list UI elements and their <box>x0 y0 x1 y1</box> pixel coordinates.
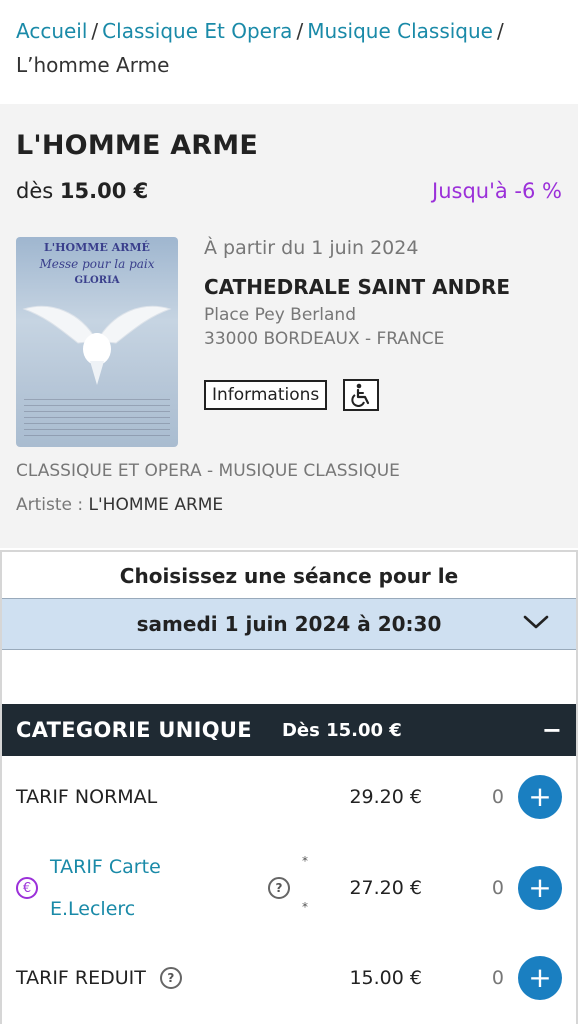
breadcrumb: Accueil / Classique Et Opera / Musique Class… <box>0 0 578 104</box>
booking-panel: Choisissez une séance pour le samedi 1 j… <box>0 550 578 1024</box>
dove-illustration <box>22 305 172 385</box>
session-value: samedi 1 juin 2024 à 20:30 <box>136 612 442 636</box>
asterisk-mark: * <box>302 854 308 868</box>
breadcrumb-link-classique-et-opera[interactable]: Classique Et Opera <box>102 19 292 43</box>
breadcrumb-separator: / <box>91 19 99 43</box>
tariff-price: 27.20 € <box>349 877 422 899</box>
poster-title: L'HOMME ARMÉ <box>44 241 150 254</box>
breadcrumb-separator: / <box>496 19 504 43</box>
event-info: L'HOMME ARMÉ Messe pour la paix GLORIA À… <box>16 237 562 447</box>
event-categories: CLASSIQUE ET OPERA - MUSIQUE CLASSIQUE <box>16 461 400 481</box>
price-from: dès 15.00 € <box>16 179 148 203</box>
venue-name: CATHEDRALE SAINT ANDRE <box>204 275 511 299</box>
asterisk-mark: * <box>302 900 308 914</box>
artist-value: L'HOMME ARME <box>88 495 224 515</box>
help-icon[interactable]: ? <box>268 877 290 899</box>
venue-buttons: Informations <box>204 379 510 411</box>
session-select[interactable]: samedi 1 juin 2024 à 20:30 <box>2 598 576 650</box>
tariff-quantity: 0 <box>491 877 504 899</box>
tariff-label-line1: TARIF Carte <box>50 856 161 878</box>
breadcrumb-link-accueil[interactable]: Accueil <box>16 19 87 43</box>
wheelchair-icon[interactable] <box>343 379 380 411</box>
poster-credits <box>24 399 170 439</box>
help-icon[interactable]: ? <box>159 967 182 989</box>
price-row: dès 15.00 € Jusqu'à -6 % <box>16 179 562 203</box>
breadcrumb-current: L’homme Arme <box>16 53 170 77</box>
add-ticket-button[interactable]: + <box>518 775 562 819</box>
price-value: 15.00 € <box>59 179 149 203</box>
tariff-label: TARIF NORMAL <box>16 786 158 808</box>
collapse-toggle[interactable]: − <box>542 716 562 744</box>
price-prefix: dès <box>16 179 54 203</box>
event-poster[interactable]: L'HOMME ARMÉ Messe pour la paix GLORIA <box>16 237 178 447</box>
tariff-row-reduit: TARIF REDUIT ? 15.00 € 0 + <box>2 938 576 1018</box>
chevron-down-icon <box>523 615 549 629</box>
tariff-label-line2: E.Leclerc <box>50 898 136 920</box>
informations-button[interactable]: Informations <box>204 380 328 410</box>
event-date: À partir du 1 juin 2024 <box>204 237 419 259</box>
event-title: L'HOMME ARME <box>16 130 258 161</box>
breadcrumb-separator: / <box>296 19 304 43</box>
euro-icon: € <box>16 877 38 899</box>
event-summary: L'HOMME ARME dès 15.00 € Jusqu'à -6 % L'… <box>0 104 578 548</box>
tariff-row-leclerc: € TARIF Carte E.Leclerc ? * * 27.20 € 0 … <box>2 838 576 938</box>
venue-address: Place Pey Berland 33000 BORDEAUX - FRANC… <box>204 303 510 351</box>
choose-session-label: Choisissez une séance pour le <box>119 564 459 588</box>
tariff-price: 15.00 € <box>349 967 422 989</box>
address-line-2: 33000 BORDEAUX - FRANCE <box>204 329 445 349</box>
add-ticket-button[interactable]: + <box>518 866 562 910</box>
tariff-price: 29.20 € <box>349 786 422 808</box>
discount-label: Jusqu'à -6 % <box>432 179 562 203</box>
add-ticket-button[interactable]: + <box>518 956 562 1000</box>
artist-label: Artiste : <box>16 495 84 515</box>
breadcrumb-link-musique-classique[interactable]: Musique Classique <box>307 19 493 43</box>
tariff-leclerc-label[interactable]: TARIF Carte E.Leclerc <box>50 846 161 930</box>
venue-details: À partir du 1 juin 2024 CATHEDRALE SAINT… <box>204 237 510 447</box>
address-line-1: Place Pey Berland <box>204 305 356 325</box>
category-from-price: Dès 15.00 € <box>281 719 402 741</box>
event-artist: Artiste : L'HOMME ARME <box>16 495 562 515</box>
tariff-row-normal: TARIF NORMAL 29.20 € 0 + <box>2 756 576 838</box>
tariff-quantity: 0 <box>491 967 504 989</box>
category-header[interactable]: CATEGORIE UNIQUE Dès 15.00 € − <box>2 704 576 756</box>
category-name: CATEGORIE UNIQUE <box>16 718 252 742</box>
poster-subtitle: Messe pour la paix <box>39 257 155 271</box>
tariff-label: TARIF REDUIT <box>16 967 146 989</box>
tariff-quantity: 0 <box>491 786 504 808</box>
